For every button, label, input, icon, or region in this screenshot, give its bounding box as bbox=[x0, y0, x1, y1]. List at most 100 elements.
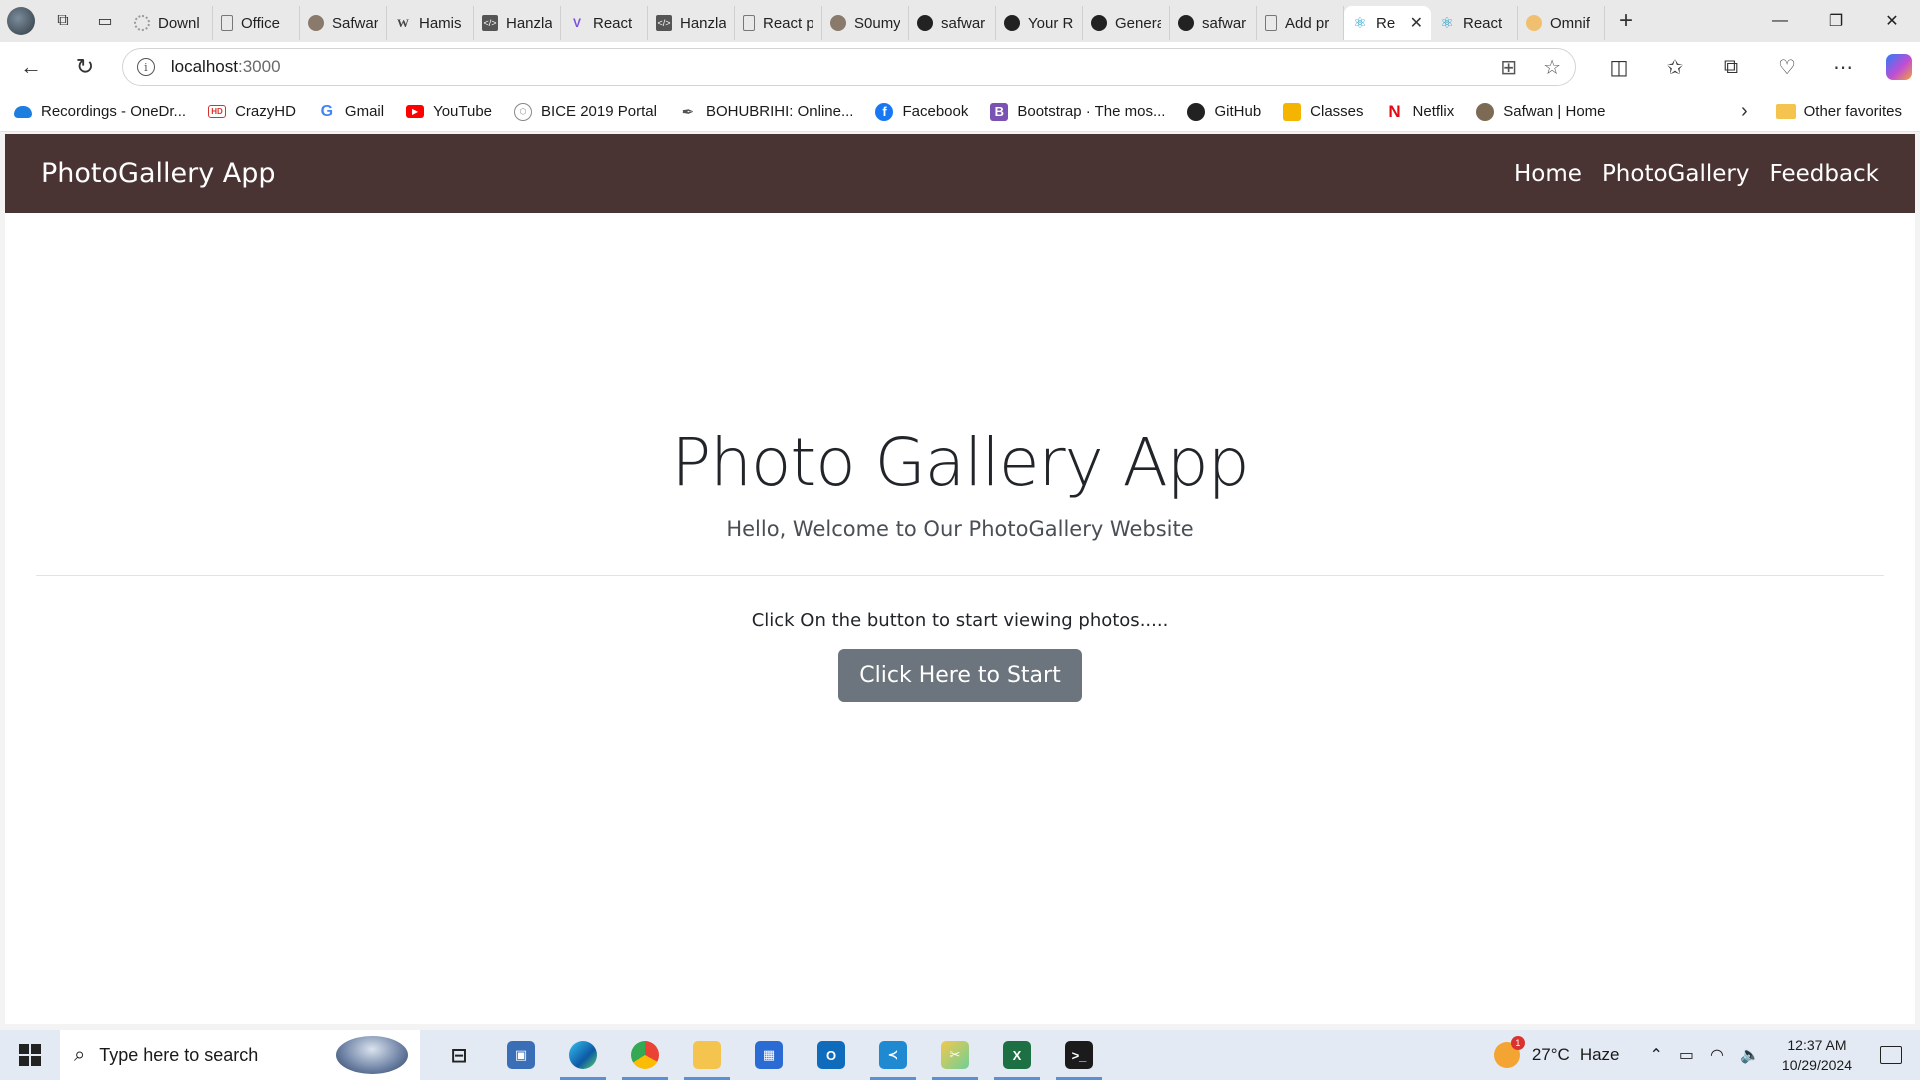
onedrive-icon bbox=[14, 105, 32, 118]
task-view-icon[interactable]: ⊟ bbox=[428, 1030, 490, 1080]
bookmark[interactable]: N Netflix bbox=[1386, 102, 1455, 121]
favorites-icon[interactable]: ✩ bbox=[1654, 47, 1696, 87]
bookmark[interactable]: HD CrazyHD bbox=[208, 103, 296, 120]
weather-widget[interactable]: 1 27°C Haze bbox=[1493, 1036, 1620, 1068]
edge-taskbar-icon[interactable] bbox=[552, 1030, 614, 1080]
tab-title: Hamis bbox=[419, 14, 462, 32]
tab[interactable]: </> Hanzla bbox=[648, 6, 735, 40]
other-favorites[interactable]: Other favorites bbox=[1775, 103, 1902, 120]
more-menu-icon[interactable]: ⋯ bbox=[1822, 47, 1864, 87]
chevron-up-icon[interactable]: ⌃ bbox=[1650, 1045, 1663, 1065]
file-explorer-taskbar-icon[interactable] bbox=[676, 1030, 738, 1080]
excel-taskbar-icon[interactable]: X bbox=[986, 1030, 1048, 1080]
tab[interactable]: Omnif bbox=[1518, 6, 1605, 40]
taskbar-search-input[interactable]: ⌕ Type here to search bbox=[60, 1030, 420, 1080]
wifi-icon[interactable]: ◠ bbox=[1710, 1045, 1724, 1065]
url-input[interactable]: i localhost:3000 ⊞ ☆ bbox=[121, 48, 1576, 86]
notification-icon[interactable] bbox=[1880, 1046, 1902, 1064]
snipping-taskbar-icon[interactable]: ✂ bbox=[924, 1030, 986, 1080]
bookmark[interactable]: Recordings - OneDr... bbox=[14, 103, 186, 120]
favorite-star-icon[interactable]: ☆ bbox=[1543, 55, 1561, 80]
clock[interactable]: 12:37 AM 10/29/2024 bbox=[1782, 1035, 1852, 1075]
bookmark[interactable]: ▶ YouTube bbox=[406, 103, 492, 120]
bookmark[interactable]: ✒ BOHUBRIHI: Online... bbox=[679, 103, 854, 121]
terminal-taskbar-icon[interactable]: >_ bbox=[1048, 1030, 1110, 1080]
tab-title: Downl bbox=[158, 14, 200, 32]
site-brand[interactable]: PhotoGallery App bbox=[41, 158, 276, 189]
nav-link-feedback[interactable]: Feedback bbox=[1769, 161, 1879, 187]
nav-link-home[interactable]: Home bbox=[1514, 161, 1582, 187]
bookmark[interactable]: G Gmail bbox=[318, 103, 384, 121]
chrome-taskbar-icon[interactable] bbox=[614, 1030, 676, 1080]
bookmark[interactable]: B Bootstrap · The mos... bbox=[990, 102, 1165, 121]
hexagon-icon: ⬡ bbox=[514, 102, 533, 121]
copilot-icon[interactable] bbox=[1878, 47, 1920, 87]
bookmark-label: Netflix bbox=[1412, 103, 1455, 120]
bookmark[interactable]: GitHub bbox=[1187, 102, 1261, 121]
weather-icon: 1 bbox=[1493, 1036, 1525, 1068]
split-screen-icon[interactable]: ◫ bbox=[1598, 47, 1640, 87]
tab[interactable]: safwar bbox=[1170, 6, 1257, 40]
tab[interactable]: Add pr bbox=[1257, 6, 1344, 40]
tab[interactable]: V React bbox=[561, 6, 648, 40]
page-viewport: PhotoGallery App Home PhotoGallery Feedb… bbox=[5, 134, 1915, 1024]
workspaces-icon[interactable]: ⧉ bbox=[42, 0, 84, 42]
clock-date: 10/29/2024 bbox=[1781, 1057, 1852, 1073]
tab[interactable]: Your R bbox=[996, 6, 1083, 40]
close-tab-icon[interactable]: ✕ bbox=[1410, 13, 1423, 33]
bookmarks-bar: Recordings - OneDr... HD CrazyHD G Gmail ▶… bbox=[0, 92, 1920, 132]
search-highlight-image[interactable] bbox=[336, 1036, 408, 1074]
omnifood-icon bbox=[1526, 15, 1542, 31]
browser-essentials-icon[interactable]: ♡ bbox=[1766, 47, 1808, 87]
page-title: Photo Gallery App bbox=[671, 424, 1249, 501]
bookmark[interactable]: ⬡ BICE 2019 Portal bbox=[514, 102, 657, 121]
weather-temp: 27°C bbox=[1531, 1045, 1570, 1064]
tab[interactable]: ⚛ React bbox=[1431, 6, 1518, 40]
task-view-glyph: ⊟ bbox=[450, 1044, 468, 1067]
site-info-icon[interactable]: i bbox=[136, 58, 155, 76]
windows-taskbar: ⌕ Type here to search ⊟ ▣ ▦ O ≺ ✂ X >_ 1… bbox=[0, 1030, 1920, 1080]
start-menu-button[interactable] bbox=[0, 1030, 60, 1080]
volume-icon[interactable]: 🔈 bbox=[1740, 1045, 1760, 1065]
bookmark[interactable]: Safwan | Home bbox=[1476, 102, 1606, 121]
tab-active[interactable]: ⚛ Re ✕ bbox=[1344, 6, 1431, 40]
tab[interactable]: Downl bbox=[126, 6, 213, 40]
vscode-taskbar-icon[interactable]: ≺ bbox=[862, 1030, 924, 1080]
store-taskbar-icon[interactable]: ▦ bbox=[738, 1030, 800, 1080]
scrollbar[interactable] bbox=[1915, 134, 1920, 1024]
code-icon: </> bbox=[482, 15, 498, 31]
remote-desktop-icon[interactable]: ▣ bbox=[490, 1030, 552, 1080]
profile-avatar[interactable] bbox=[0, 0, 42, 42]
tab[interactable]: W Hamis bbox=[387, 6, 474, 40]
new-tab-button[interactable]: + bbox=[1605, 0, 1647, 42]
wikipedia-icon: W bbox=[397, 15, 409, 30]
tab[interactable]: </> Hanzla bbox=[474, 6, 561, 40]
battery-icon[interactable]: ▭ bbox=[1679, 1045, 1694, 1065]
minimize-button[interactable]: — bbox=[1752, 0, 1808, 42]
tab[interactable]: Genera bbox=[1083, 6, 1170, 40]
tab[interactable]: S0umy bbox=[822, 6, 909, 40]
tab-actions-icon[interactable]: ▭ bbox=[84, 0, 126, 42]
back-button[interactable]: ← bbox=[8, 47, 54, 87]
tab[interactable]: Safwar bbox=[300, 6, 387, 40]
collections-icon[interactable]: ⧉ bbox=[1710, 47, 1752, 87]
bookmark-label: Gmail bbox=[344, 103, 385, 120]
tab[interactable]: Office bbox=[213, 6, 300, 40]
terminal-icon: >_ bbox=[1065, 1041, 1093, 1069]
bookmark[interactable]: Classes bbox=[1283, 102, 1364, 121]
chevron-right-icon[interactable]: › bbox=[1741, 100, 1748, 123]
quill-icon: ✒ bbox=[681, 103, 695, 121]
github-icon bbox=[1091, 15, 1107, 31]
vscode-icon: ≺ bbox=[879, 1041, 907, 1069]
app-available-icon[interactable]: ⊞ bbox=[1500, 55, 1517, 80]
tab[interactable]: safwar bbox=[909, 6, 996, 40]
close-window-button[interactable]: ✕ bbox=[1864, 0, 1920, 42]
tab[interactable]: React p bbox=[735, 6, 822, 40]
outlook-taskbar-icon[interactable]: O bbox=[800, 1030, 862, 1080]
bookmark[interactable]: f Facebook bbox=[875, 102, 968, 121]
refresh-button[interactable]: ↻ bbox=[62, 47, 108, 87]
restore-button[interactable]: ❐ bbox=[1808, 0, 1864, 42]
bookmark-label: Safwan | Home bbox=[1503, 103, 1606, 120]
start-button[interactable]: Click Here to Start bbox=[838, 649, 1082, 702]
nav-link-photogallery[interactable]: PhotoGallery bbox=[1602, 161, 1750, 187]
